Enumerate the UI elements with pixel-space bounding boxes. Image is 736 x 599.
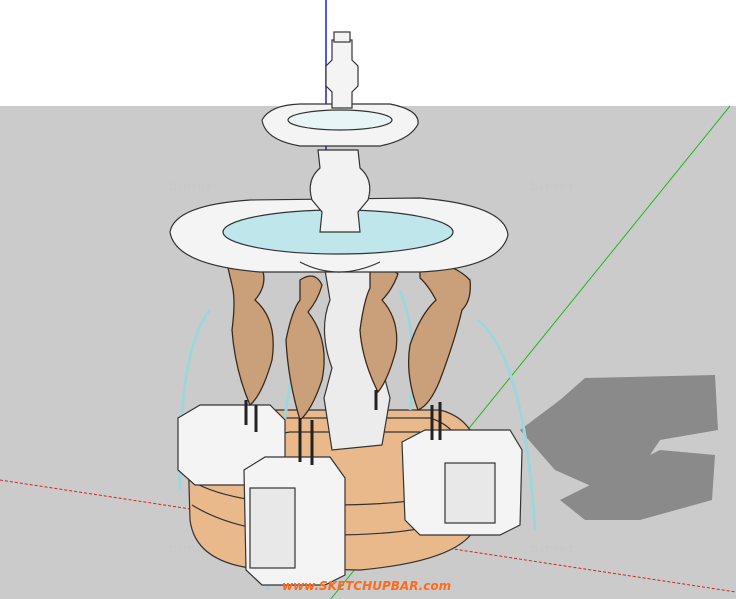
watermark-text: bimer [530,542,575,557]
watermark-text: bimer [168,180,213,195]
watermark-text: bimer [530,180,575,195]
sky [0,0,736,106]
sketchup-viewport: bimer bimer bimer bimer www.SKETCHUPBAR.… [0,0,736,599]
site-credit: www.SKETCHUPBAR.com [282,579,451,593]
